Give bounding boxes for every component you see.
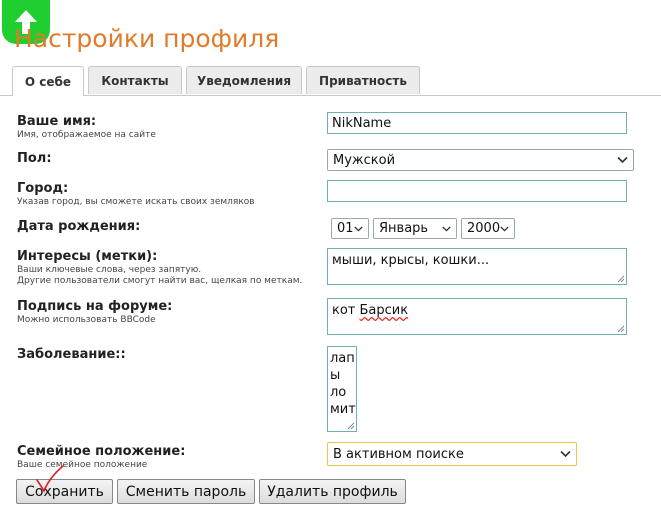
signature-row: Подпись на форуме: Можно использовать BB… bbox=[17, 299, 172, 326]
chevron-down-icon bbox=[500, 225, 509, 232]
name-input[interactable]: NikName bbox=[327, 112, 627, 134]
birth-month-select[interactable]: Январь bbox=[373, 218, 457, 239]
gender-label: Пол: bbox=[17, 151, 52, 166]
chevron-down-icon bbox=[617, 156, 628, 164]
birthdate-row: Дата рождения: bbox=[17, 219, 140, 234]
illness-textarea[interactable]: лап ы ло мит bbox=[327, 346, 357, 432]
signature-textarea[interactable]: кот Барсик bbox=[327, 298, 627, 335]
resize-grip-icon[interactable] bbox=[347, 422, 355, 430]
interests-label: Интересы (метки): bbox=[17, 249, 158, 264]
signature-label: Подпись на форуме: bbox=[17, 299, 173, 314]
city-label: Город: bbox=[17, 181, 69, 196]
illness-row: Заболевание:: bbox=[17, 347, 126, 362]
illness-line: мит bbox=[330, 402, 356, 417]
interests-value: мыши, крысы, кошки... bbox=[332, 253, 490, 268]
interests-textarea[interactable]: мыши, крысы, кошки... bbox=[327, 248, 627, 285]
birth-day-select[interactable]: 01 bbox=[331, 218, 369, 239]
interests-row: Интересы (метки): Ваши ключевые слова, ч… bbox=[17, 249, 302, 287]
name-row: Ваше имя: Имя, отображаемое на сайте bbox=[17, 114, 156, 141]
delete-profile-button[interactable]: Удалить профиль bbox=[259, 479, 406, 504]
tabs-bar: О себе Контакты Уведомления Приватность bbox=[0, 66, 661, 96]
tab-contacts[interactable]: Контакты bbox=[88, 66, 182, 94]
gender-select[interactable]: Мужской bbox=[327, 149, 634, 171]
signature-value-misspelled: Барсик bbox=[359, 303, 409, 318]
family-status-value: В активном поиске bbox=[333, 446, 464, 462]
gender-row: Пол: bbox=[17, 151, 52, 166]
birth-year-select[interactable]: 2000 bbox=[461, 218, 515, 239]
interests-hint-2: Другие пользователи смогут найти вас, ще… bbox=[17, 276, 303, 286]
illness-line: лап bbox=[330, 351, 355, 366]
name-label: Ваше имя: bbox=[17, 114, 97, 129]
resize-grip-icon[interactable] bbox=[617, 275, 625, 283]
chevron-down-icon bbox=[354, 225, 363, 232]
city-hint: Указав город, вы сможете искать своих зе… bbox=[17, 197, 255, 207]
birthdate-label: Дата рождения: bbox=[17, 219, 141, 234]
name-hint: Имя, отображаемое на сайте bbox=[17, 130, 156, 140]
illness-line: ло bbox=[330, 385, 347, 400]
family-label: Семейное положение: bbox=[17, 444, 186, 459]
gender-value: Мужской bbox=[333, 152, 396, 168]
city-input[interactable] bbox=[327, 180, 627, 202]
tab-privacy[interactable]: Приватность bbox=[306, 66, 420, 94]
red-checkmark-icon bbox=[36, 465, 64, 493]
signature-value-prefix: кот bbox=[332, 303, 360, 318]
page-title: Настройки профиля bbox=[14, 24, 280, 53]
interests-hint-1: Ваши ключевые слова, через запятую. bbox=[17, 265, 202, 275]
birth-day-value: 01 bbox=[337, 221, 354, 236]
birth-month-value: Январь bbox=[379, 221, 429, 236]
signature-hint: Можно использовать BBCode bbox=[17, 315, 156, 325]
chevron-down-icon bbox=[442, 225, 451, 232]
city-row: Город: Указав город, вы сможете искать с… bbox=[17, 181, 255, 208]
tab-notifications[interactable]: Уведомления bbox=[186, 66, 302, 94]
family-status-select[interactable]: В активном поиске bbox=[327, 442, 577, 466]
change-password-button[interactable]: Сменить пароль bbox=[117, 479, 255, 504]
illness-line: ы bbox=[330, 368, 341, 383]
illness-label: Заболевание:: bbox=[17, 347, 126, 362]
birth-year-value: 2000 bbox=[467, 221, 501, 236]
tab-about[interactable]: О себе bbox=[12, 66, 84, 96]
chevron-down-icon bbox=[560, 450, 571, 458]
resize-grip-icon[interactable] bbox=[617, 325, 625, 333]
